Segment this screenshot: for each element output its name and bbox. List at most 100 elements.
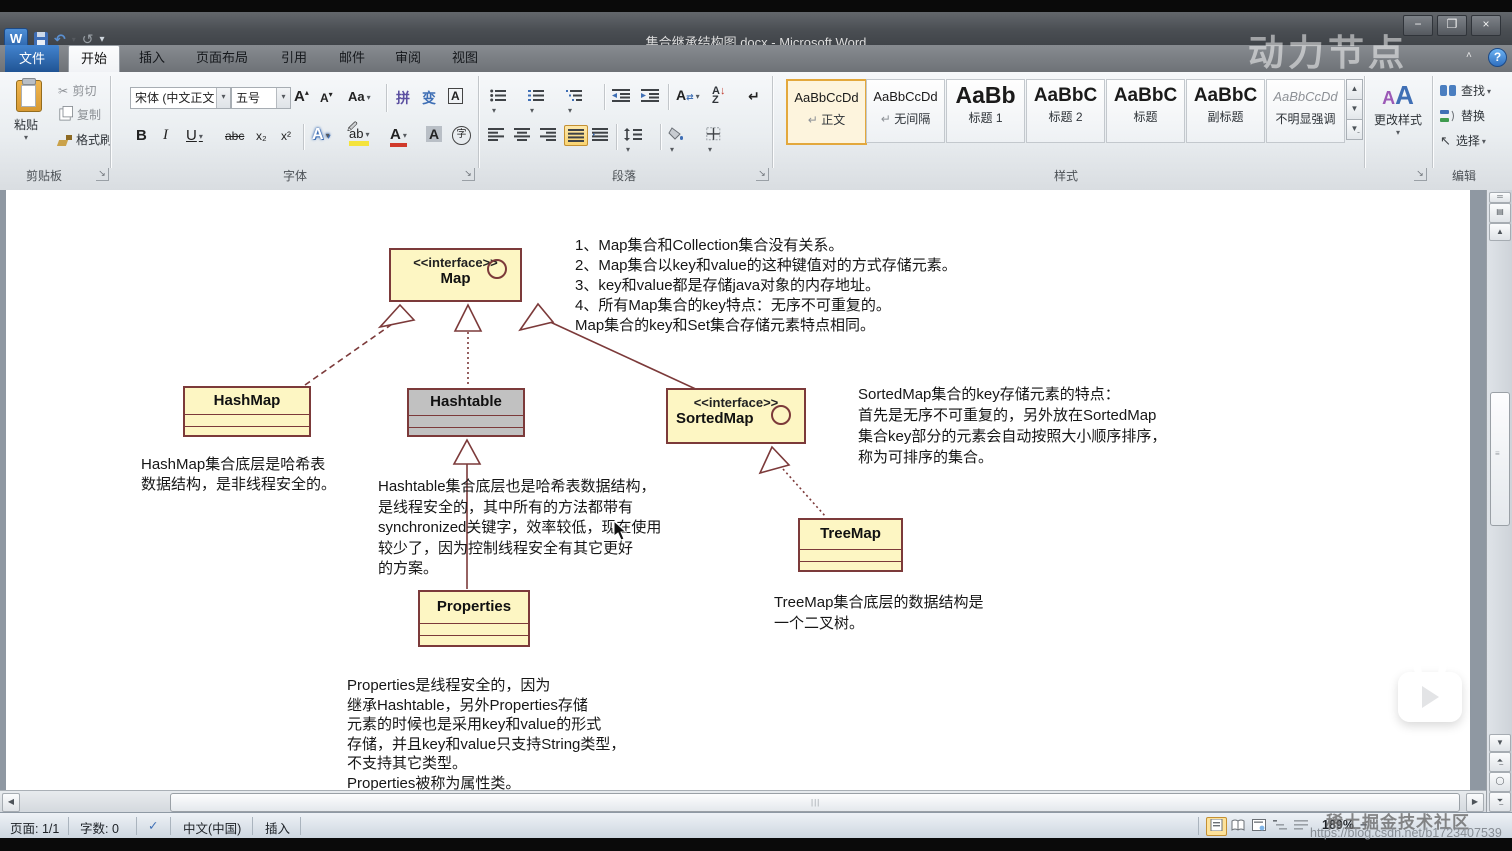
- change-case-button[interactable]: Aa: [348, 89, 371, 104]
- style-card-no-spacing[interactable]: AaBbCcDd ↵ 无间隔: [866, 79, 945, 143]
- scroll-down-icon[interactable]: ▼: [1489, 734, 1511, 752]
- styles-dialog-launcher[interactable]: ↘: [1414, 168, 1427, 181]
- page-indicator[interactable]: 页面: 1/1: [10, 818, 59, 837]
- shading-button[interactable]: [668, 127, 686, 156]
- highlight-button[interactable]: ab 🖉: [347, 122, 370, 146]
- character-border-button[interactable]: A: [448, 88, 463, 104]
- browse-object-icon[interactable]: ◯: [1489, 772, 1511, 792]
- font-name-dropdown-icon[interactable]: ▾: [216, 88, 230, 108]
- decrease-indent-button[interactable]: [612, 89, 630, 102]
- web-layout-view-button[interactable]: [1248, 817, 1269, 836]
- italic-button[interactable]: I: [163, 127, 168, 144]
- word-count[interactable]: 字数: 0: [80, 818, 119, 837]
- style-card-title[interactable]: AaBbC 标题: [1106, 79, 1185, 143]
- underline-button[interactable]: U: [186, 127, 203, 144]
- uml-box-map[interactable]: <<interface>> Map: [389, 248, 522, 302]
- ruler-toggle-icon[interactable]: ▤: [1489, 203, 1511, 223]
- tab-references[interactable]: 引用: [270, 45, 318, 71]
- styles-scroll-up-icon[interactable]: ▲: [1346, 79, 1363, 100]
- fullscreen-reading-view-button[interactable]: [1227, 817, 1248, 836]
- align-right-button[interactable]: [540, 128, 556, 141]
- style-card-subtitle[interactable]: AaBbC 副标题: [1186, 79, 1265, 143]
- note-hashmap[interactable]: HashMap集合底层是哈希表 数据结构，是非线程安全的。: [141, 455, 336, 495]
- multilevel-list-button[interactable]: [566, 89, 583, 117]
- character-shading-button[interactable]: A: [426, 126, 443, 142]
- uml-box-hashmap[interactable]: HashMap: [183, 386, 311, 437]
- tab-home[interactable]: 开始: [68, 45, 120, 73]
- help-icon[interactable]: ?: [1488, 48, 1507, 67]
- strikethrough-button[interactable]: abc: [225, 129, 244, 143]
- uml-box-hashtable[interactable]: Hashtable: [407, 388, 525, 437]
- restore-button[interactable]: ❐: [1437, 15, 1467, 36]
- ribbon-collapse-icon[interactable]: ˄: [1466, 50, 1472, 61]
- print-layout-view-button[interactable]: [1206, 817, 1227, 836]
- note-properties[interactable]: Properties是线程安全的，因为 继承Hashtable，另外Proper…: [347, 676, 625, 793]
- outline-view-button[interactable]: [1269, 817, 1290, 836]
- tab-file[interactable]: 文件: [5, 45, 59, 72]
- clipboard-dialog-launcher[interactable]: ↘: [96, 168, 109, 181]
- distribute-button[interactable]: [592, 128, 608, 141]
- vertical-scrollbar[interactable]: ═ ▤ ▲ ≡ ▼ ⏶̲ ◯ ⏷̲: [1486, 190, 1512, 812]
- draft-view-button[interactable]: [1290, 817, 1311, 836]
- align-left-button[interactable]: [488, 128, 504, 141]
- cut-button[interactable]: ✂ 剪切: [58, 82, 97, 100]
- numbering-button[interactable]: [528, 89, 545, 117]
- close-button[interactable]: ×: [1471, 15, 1501, 36]
- font-dialog-launcher[interactable]: ↘: [462, 168, 475, 181]
- scroll-left-icon[interactable]: ◀: [2, 793, 20, 812]
- insert-mode-indicator[interactable]: 插入: [265, 818, 290, 837]
- asian-layout-button[interactable]: A⇄: [676, 87, 700, 103]
- style-card-subtle-emphasis[interactable]: AaBbCcDd 不明显强调: [1266, 79, 1345, 143]
- align-center-button[interactable]: [514, 128, 530, 141]
- tab-insert[interactable]: 插入: [128, 45, 176, 71]
- subscript-button[interactable]: x₂: [256, 129, 267, 143]
- styles-scroll-down-icon[interactable]: ▼: [1346, 99, 1363, 120]
- previous-page-icon[interactable]: ⏶̲: [1489, 752, 1511, 772]
- grow-font-button[interactable]: A▴: [294, 88, 309, 105]
- font-size-dropdown-icon[interactable]: ▾: [276, 88, 290, 108]
- bullets-button[interactable]: [490, 89, 507, 117]
- paragraph-dialog-launcher[interactable]: ↘: [756, 168, 769, 181]
- select-button[interactable]: ↖ 选择: [1440, 132, 1486, 149]
- split-handle[interactable]: ═: [1489, 192, 1511, 203]
- uml-box-properties[interactable]: Properties: [418, 590, 530, 647]
- format-painter-button[interactable]: 格式刷: [58, 131, 112, 148]
- justify-button[interactable]: [564, 125, 588, 146]
- text-effects-button[interactable]: A: [312, 126, 330, 144]
- horizontal-scrollbar[interactable]: ◀ ||| ▶: [0, 790, 1486, 813]
- font-size-combo[interactable]: 五号 ▾: [231, 87, 291, 109]
- note-sortedmap[interactable]: SortedMap集合的key存储元素的特点： 首先是无序不可重复的，另外放在S…: [858, 384, 1166, 468]
- bold-button[interactable]: B: [136, 127, 147, 144]
- replace-button[interactable]: 替换: [1440, 107, 1485, 124]
- vertical-scroll-thumb[interactable]: ≡: [1490, 392, 1510, 526]
- shrink-font-button[interactable]: A▾: [320, 90, 333, 105]
- next-page-icon[interactable]: ⏷̲: [1489, 792, 1511, 812]
- style-card-normal[interactable]: AaBbCcDd ↵ 正文: [786, 79, 867, 145]
- tab-review[interactable]: 审阅: [384, 45, 432, 71]
- tab-page-layout[interactable]: 页面布局: [186, 45, 258, 71]
- note-treemap[interactable]: TreeMap集合底层的数据结构是 一个二叉树。: [774, 592, 983, 634]
- tab-mailings[interactable]: 邮件: [328, 45, 376, 71]
- horizontal-scroll-thumb[interactable]: |||: [170, 793, 1460, 812]
- font-name-combo[interactable]: 宋体 (中文正文 ▾: [130, 87, 231, 109]
- line-spacing-button[interactable]: [624, 128, 642, 156]
- uml-box-treemap[interactable]: TreeMap: [798, 518, 903, 572]
- change-styles-button[interactable]: AA 更改样式 ▾: [1368, 80, 1428, 137]
- style-card-heading2[interactable]: AaBbC 标题 2: [1026, 79, 1105, 143]
- language-indicator[interactable]: 中文(中国): [183, 818, 241, 837]
- borders-button[interactable]: [706, 127, 721, 156]
- spellcheck-icon[interactable]: ✓: [148, 818, 158, 833]
- increase-indent-button[interactable]: [641, 89, 659, 102]
- sort-button[interactable]: A↓ Z: [712, 86, 725, 106]
- show-hide-marks-button[interactable]: ↵: [748, 88, 760, 105]
- font-color-button[interactable]: A: [390, 126, 407, 147]
- note-map-points[interactable]: 1、Map集合和Collection集合没有关系。 2、Map集合以key和va…: [575, 236, 957, 336]
- find-button[interactable]: 查找: [1440, 82, 1491, 99]
- phonetic-guide-button[interactable]: 拼: [396, 88, 410, 108]
- paste-button[interactable]: 粘贴 ▾: [10, 78, 42, 142]
- styles-more-icon[interactable]: ▼̱: [1346, 119, 1363, 140]
- scroll-up-icon[interactable]: ▲: [1489, 223, 1511, 241]
- tab-view[interactable]: 视图: [441, 45, 489, 71]
- characters-button[interactable]: 变: [422, 88, 436, 108]
- style-card-heading1[interactable]: AaBb 标题 1: [946, 79, 1025, 143]
